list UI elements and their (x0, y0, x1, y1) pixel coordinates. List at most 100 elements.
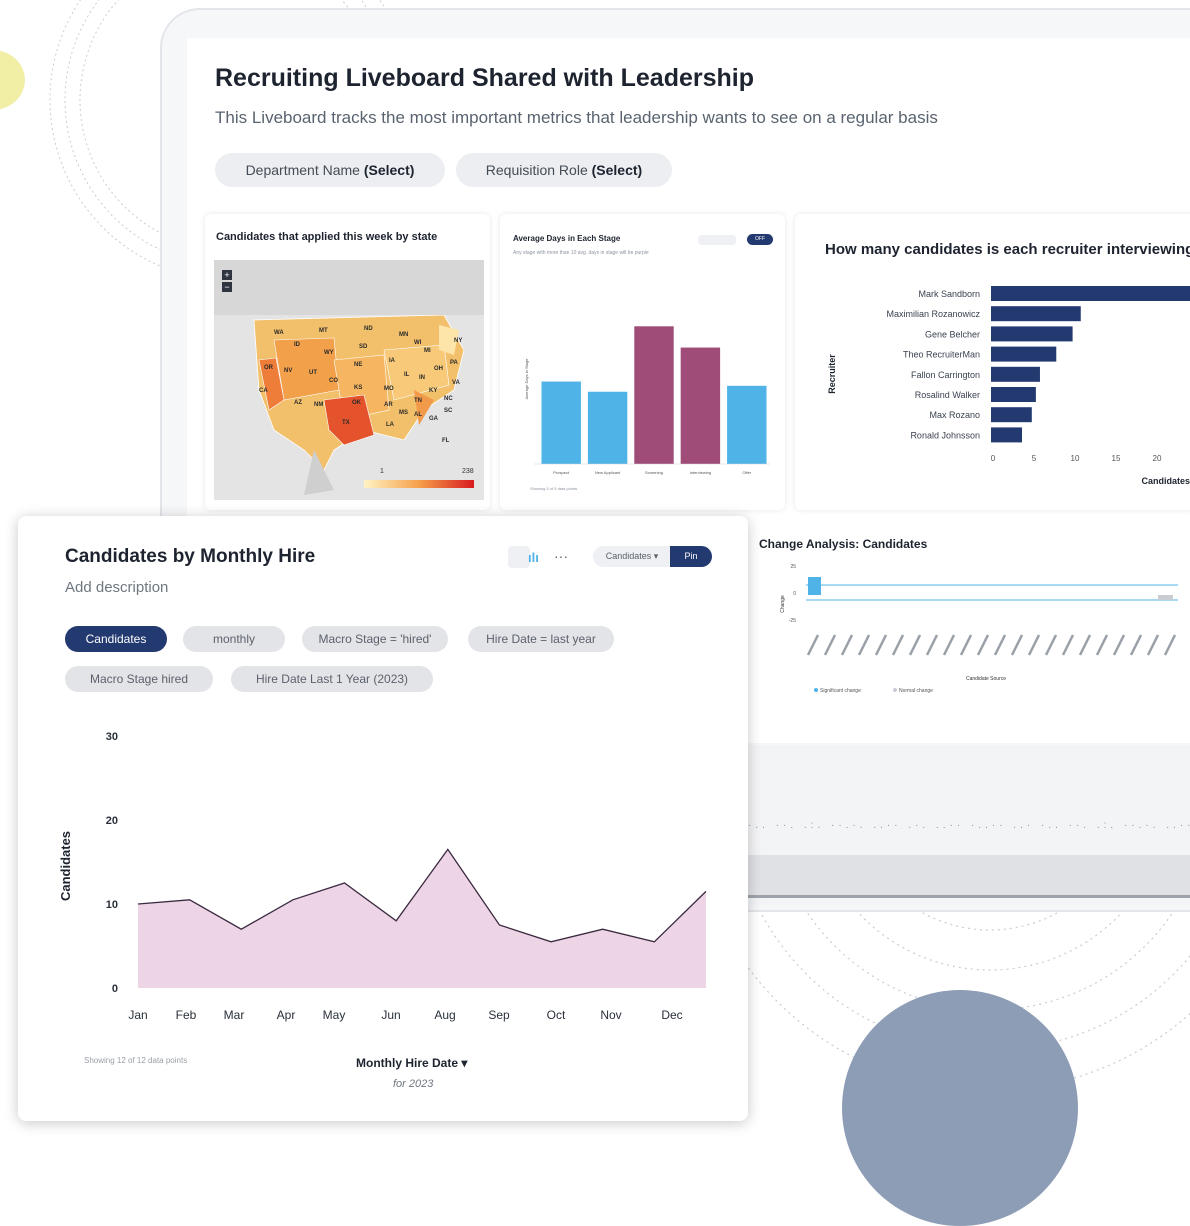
change-x-tick-label (1129, 634, 1143, 656)
recruiter-y-axis-label: Recruiter (827, 354, 837, 394)
stage-tick-label: Interviewing (690, 470, 711, 475)
state-label-or: OR (264, 365, 273, 371)
monthly-area-chart: 0 10 20 30 Jan Feb Mar Apr May Jun Aug Sep Oct Nov Dec… (58, 731, 707, 1022)
y-tick-label: 0 (112, 983, 118, 995)
change-analysis-card[interactable]: Change Analysis: Candidates 25 0 -25 Change… (748, 520, 1190, 710)
recruiter-x-tick: 0 (991, 454, 996, 463)
recruiter-x-tick: 10 (1071, 454, 1080, 463)
recruiter-bar (991, 326, 1073, 342)
x-tick-label: Apr (277, 1008, 296, 1022)
monthly-hire-card[interactable]: Candidates by Monthly Hire Add descripti… (18, 516, 748, 1121)
change-significant-bar (808, 577, 821, 595)
x-tick-label: May (323, 1008, 346, 1022)
change-y-tick: 0 (793, 591, 796, 597)
change-x-tick-label (1146, 634, 1160, 656)
recruiter-name-label: Maximilian Rozanowicz (886, 309, 980, 319)
state-label-tx: TX (342, 420, 350, 426)
stage-bar (727, 385, 767, 464)
change-y-axis-label: Change (780, 595, 786, 613)
recruiter-bar (991, 366, 1040, 382)
change-x-tick-label (1163, 634, 1177, 656)
change-x-tick-label (857, 634, 871, 656)
state-label-nm: NM (314, 402, 324, 408)
liveboard-title: Recruiting Liveboard Shared with Leaders… (215, 64, 754, 92)
map-state-labels: WA MT ND MN WI NY ID WY SD MI OR NV UT CO NE IA IL IN OH PA… (214, 260, 484, 500)
state-label-ks: KS (354, 385, 363, 391)
recruiter-x-tick: 20 (1153, 454, 1162, 463)
state-label-sc: SC (444, 408, 453, 414)
x-tick-label: Jun (381, 1008, 400, 1022)
change-x-tick-label (1112, 634, 1126, 656)
data-points-note: Showing 12 of 12 data points (84, 1056, 188, 1065)
laptop-keyboard-texture: ·.. ··. .:. ··.·. ..·· .·. ..·· ·..·· ..… (748, 820, 1190, 831)
change-x-tick-label (908, 634, 922, 656)
y-axis-label: Candidates (58, 831, 73, 901)
change-x-tick-label (1061, 634, 1075, 656)
change-x-tick-label (1044, 634, 1058, 656)
change-chart: 25 0 -25Change Candidate Source Significant … (780, 564, 1178, 694)
recruiter-bar (991, 346, 1057, 362)
state-label-nv: NV (284, 368, 293, 374)
state-label-ca: CA (259, 388, 268, 394)
caret-down-icon: ▾ (461, 1056, 468, 1070)
state-label-nc: NC (444, 396, 453, 402)
state-label-nd: ND (364, 326, 373, 332)
recruiter-bar (991, 306, 1081, 322)
x-tick-label: Aug (434, 1008, 455, 1022)
recruiter-name-label: Theo RecruiterMan (903, 350, 980, 360)
state-label-va: VA (452, 380, 460, 386)
recruiter-bar (991, 427, 1023, 443)
x-tick-label: Nov (600, 1008, 621, 1022)
stage-tick-label: Prospect (553, 470, 570, 475)
x-tick-label: Sep (488, 1008, 510, 1022)
laptop-base-edge (748, 855, 1190, 898)
state-label-ny: NY (454, 338, 463, 344)
state-label-il: IL (404, 372, 410, 378)
recruiter-name-label: Gene Belcher (925, 329, 980, 339)
state-label-wi: WI (414, 340, 422, 346)
y-tick-label: 20 (106, 815, 118, 827)
state-label-in: IN (419, 375, 425, 381)
state-label-ut: UT (309, 370, 317, 376)
recruiter-name-label: Rosalind Walker (915, 390, 980, 400)
recruiter-name-label: Ronald Johnsson (910, 430, 980, 440)
change-normal-bar (1158, 595, 1173, 600)
x-tick-label: Feb (176, 1008, 197, 1022)
state-label-mo: MO (384, 386, 394, 392)
change-x-tick-label (891, 634, 905, 656)
change-x-tick-label (840, 634, 854, 656)
stage-tick-label: Offer (742, 470, 751, 475)
state-label-ok: OK (352, 400, 361, 406)
state-label-mn: MN (399, 332, 409, 338)
state-label-ar: AR (384, 402, 393, 408)
recruiter-name-label: Fallon Carrington (911, 370, 980, 380)
change-x-axis-label: Candidate Source (966, 676, 1006, 682)
stage-card[interactable]: Average Days in Each Stage Any stage wit… (500, 214, 785, 510)
x-axis-subtitle: for 2023 (393, 1078, 434, 1090)
map-card[interactable]: Candidates that applied this week by sta… (205, 214, 490, 510)
stage-bar (634, 326, 674, 464)
recruiter-name-label: Mark Sandborn (918, 289, 980, 299)
legend-normal-label: Normal change (899, 688, 933, 694)
change-x-tick-label (993, 634, 1007, 656)
state-label-la: LA (386, 422, 394, 428)
filter-department-name[interactable]: Department Name (Select) (215, 153, 445, 187)
state-label-mt: MT (319, 328, 328, 334)
state-label-ms: MS (399, 410, 408, 416)
stage-y-axis-label: Average Days in Stage (524, 358, 529, 400)
recruiter-x-tick: 5 (1032, 454, 1037, 463)
change-x-tick-label (959, 634, 973, 656)
state-label-oh: OH (434, 366, 443, 372)
x-tick-label: Jan (128, 1008, 147, 1022)
recruiter-card[interactable]: How many candidates is each recruiter in… (795, 214, 1190, 510)
state-label-co: CO (329, 378, 338, 384)
map-card-title: Candidates that applied this week by sta… (216, 231, 438, 243)
us-map[interactable]: + − 1 238 WA MT ND MN WI NY ID WY SD MI OR NV UT CO NE… (214, 260, 484, 500)
liveboard-description: This Liveboard tracks the most important… (215, 108, 938, 127)
recruiter-bar (991, 407, 1032, 423)
state-label-ne: NE (354, 362, 363, 368)
stage-footer: Showing 5 of 5 data points (530, 486, 578, 491)
x-axis-selector[interactable]: Monthly Hire Date ▾ (356, 1056, 467, 1070)
filter-requisition-role[interactable]: Requisition Role (Select) (456, 153, 672, 187)
state-label-wy: WY (324, 350, 334, 356)
